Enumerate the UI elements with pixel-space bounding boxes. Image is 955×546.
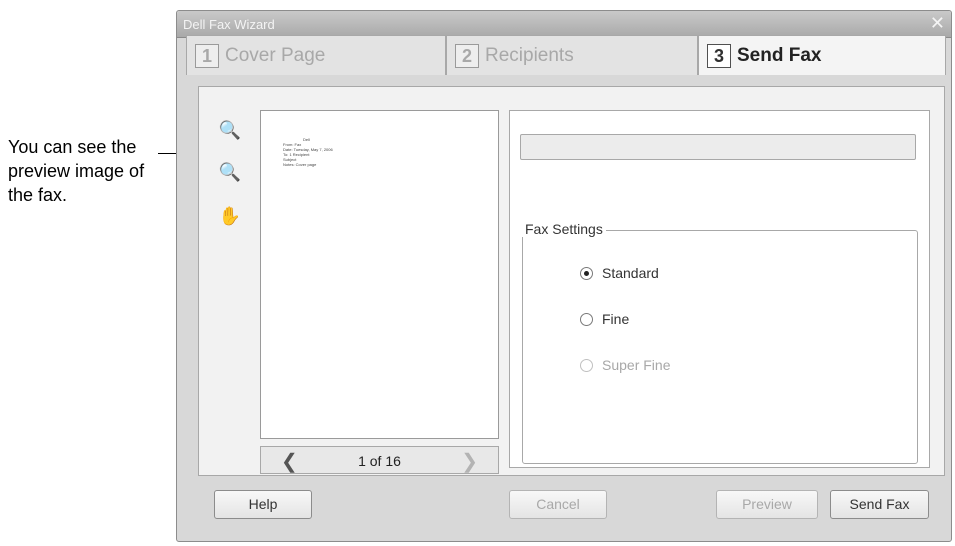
page-navigation-bar: ❮ 1 of 16 ❯ <box>260 446 499 474</box>
preview-button[interactable]: Preview <box>716 490 818 519</box>
pan-hand-icon[interactable]: ✋ <box>218 204 242 228</box>
thumbnail-line: Notes: Cover page <box>283 162 317 167</box>
radio-standard[interactable]: Standard <box>580 265 659 281</box>
tab-recipients[interactable]: 2 Recipients <box>446 35 698 75</box>
radio-fine[interactable]: Fine <box>580 311 629 327</box>
radio-super-fine[interactable]: Super Fine <box>580 357 670 373</box>
close-icon[interactable]: ✕ <box>930 13 945 34</box>
send-progress-bar <box>520 134 916 160</box>
zoom-out-glyph: 🔍 <box>218 120 242 140</box>
send-fax-button[interactable]: Send Fax <box>830 490 929 519</box>
tab-number: 2 <box>455 43 479 68</box>
radio-label: Standard <box>602 265 659 281</box>
fax-preview-area[interactable]: Dell From: Fax Date: Tuesday, May 7, 200… <box>260 110 499 439</box>
tab-send-fax[interactable]: 3 Send Fax <box>698 35 946 75</box>
fax-thumbnail: Dell From: Fax Date: Tuesday, May 7, 200… <box>283 137 363 167</box>
fax-settings-legend: Fax Settings <box>522 221 606 237</box>
preview-callout-text: You can see the preview image of the fax… <box>8 137 145 205</box>
zoom-out-icon[interactable]: 🔍 <box>218 118 242 142</box>
radio-unselected-icon <box>580 312 593 326</box>
cancel-button[interactable]: Cancel <box>509 490 607 519</box>
tab-cover-page[interactable]: 1 Cover Page <box>186 35 446 75</box>
radio-unselected-icon <box>580 358 593 372</box>
tab-label: Recipients <box>485 44 574 66</box>
next-page-icon[interactable]: ❯ <box>461 449 478 474</box>
pan-hand-glyph: ✋ <box>218 206 242 226</box>
tab-label: Cover Page <box>225 44 326 66</box>
tab-number: 1 <box>195 43 219 68</box>
radio-label: Fine <box>602 311 630 327</box>
radio-selected-icon <box>580 266 593 280</box>
tab-number: 3 <box>707 43 731 68</box>
radio-label: Super Fine <box>602 357 671 373</box>
zoom-in-glyph: 🔍 <box>218 162 242 182</box>
tab-label: Send Fax <box>737 44 822 66</box>
title-bar[interactable]: Dell Fax Wizard ✕ <box>177 11 951 38</box>
zoom-in-icon[interactable]: 🔍 <box>218 160 242 184</box>
window-title: Dell Fax Wizard <box>183 17 275 32</box>
help-button[interactable]: Help <box>214 490 312 519</box>
